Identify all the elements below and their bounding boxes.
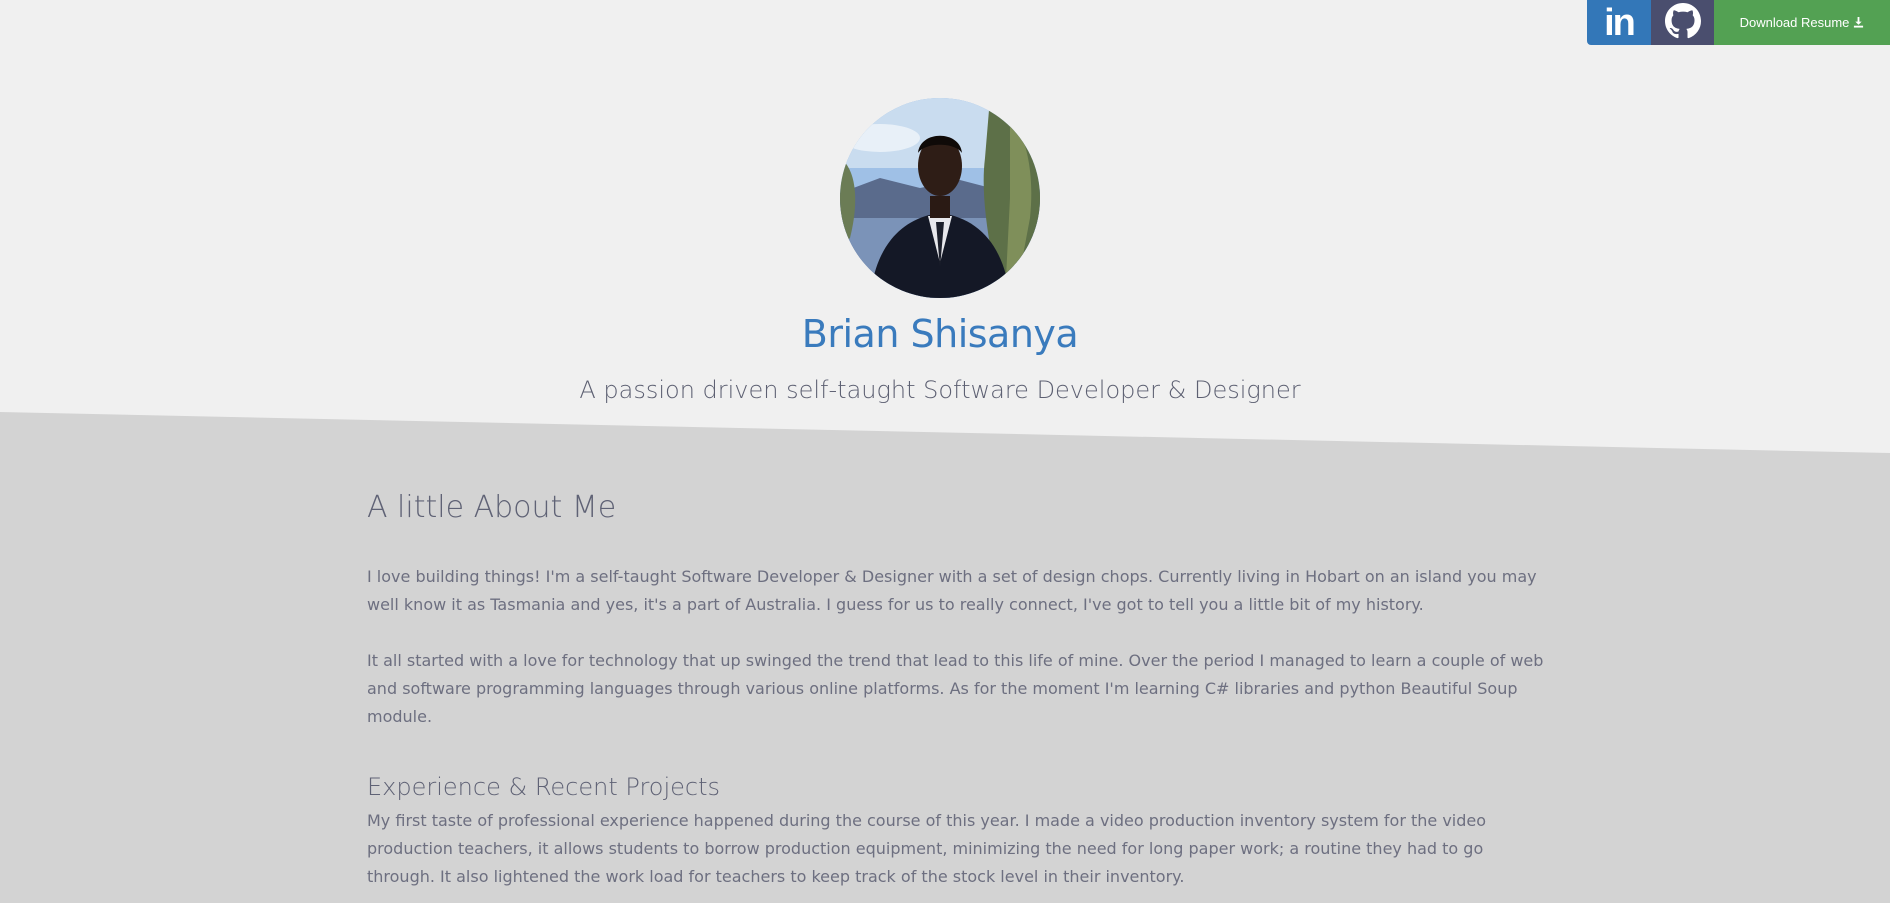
download-icon (1854, 17, 1864, 28)
experience-title: Experience & Recent Projects (367, 773, 721, 801)
about-paragraph: I love building things! I'm a self-taugh… (367, 567, 1537, 614)
github-icon (1664, 2, 1701, 43)
social-toolbar: in Download Resume (1587, 0, 1890, 45)
github-button[interactable] (1651, 0, 1714, 45)
download-resume-button[interactable]: Download Resume (1714, 0, 1890, 45)
about-section: A little About Me I love building things… (367, 490, 1547, 891)
download-resume-label: Download Resume (1739, 15, 1850, 30)
profile-name: Brian Shisanya (801, 312, 1079, 356)
profile-tagline: A passion driven self-taught Software De… (579, 376, 1301, 404)
linkedin-icon: in (1604, 1, 1636, 44)
about-title: A little About Me (367, 490, 617, 525)
profile-avatar (840, 98, 1040, 298)
experience-paragraph: My first taste of professional experienc… (367, 811, 1487, 886)
about-paragraph: It all started with a love for technolog… (367, 651, 1544, 726)
linkedin-button[interactable]: in (1587, 0, 1651, 45)
